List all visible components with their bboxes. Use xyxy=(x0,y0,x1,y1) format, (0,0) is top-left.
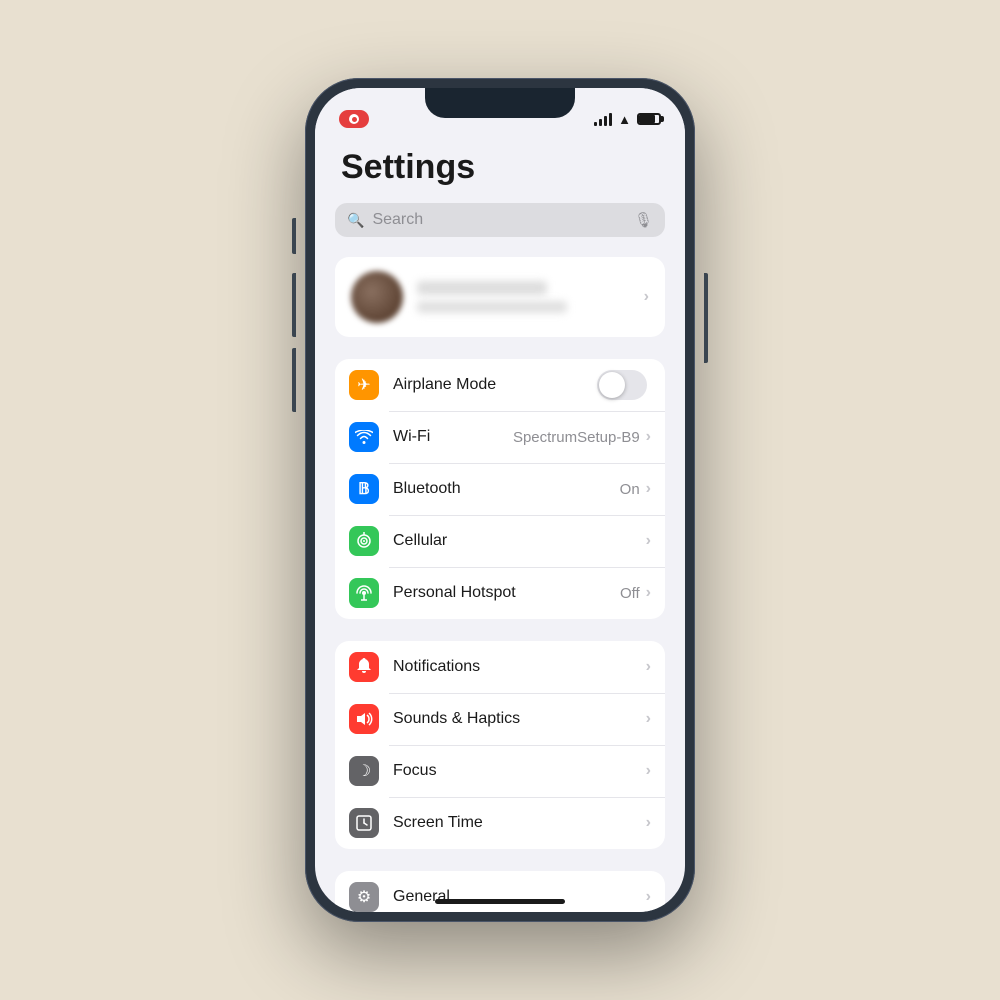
notifications-icon xyxy=(349,652,379,682)
cellular-icon xyxy=(349,526,379,556)
notifications-group: Notifications › Sounds & Haptics › xyxy=(335,641,665,849)
profile-card[interactable]: › xyxy=(335,257,665,337)
notifications-label: Notifications xyxy=(393,658,646,676)
cellular-row[interactable]: Cellular › xyxy=(335,515,665,567)
hotspot-row[interactable]: Personal Hotspot Off › xyxy=(335,567,665,619)
focus-chevron: › xyxy=(646,762,651,780)
bluetooth-row[interactable]: 𝔹 Bluetooth On › xyxy=(335,463,665,515)
profile-chevron: › xyxy=(644,288,649,306)
signal-bar-3 xyxy=(604,116,607,126)
general-icon: ⚙ xyxy=(349,882,379,912)
wifi-value: SpectrumSetup-B9 xyxy=(513,429,640,446)
sounds-label: Sounds & Haptics xyxy=(393,710,646,728)
signal-icon xyxy=(594,113,612,126)
airplane-mode-icon: ✈ xyxy=(349,370,379,400)
airplane-mode-row[interactable]: ✈ Airplane Mode xyxy=(335,359,665,411)
profile-subtitle xyxy=(417,301,567,313)
power-button[interactable] xyxy=(704,273,708,363)
search-input[interactable]: Search xyxy=(372,211,626,229)
profile-info xyxy=(417,281,644,313)
record-indicator xyxy=(339,110,369,128)
general-chevron: › xyxy=(646,888,651,906)
toggle-knob xyxy=(599,372,625,398)
notch xyxy=(425,88,575,118)
sounds-chevron: › xyxy=(646,710,651,728)
connectivity-group: ✈ Airplane Mode xyxy=(335,359,665,619)
search-icon: 🔍 xyxy=(347,212,364,229)
wifi-label: Wi-Fi xyxy=(393,428,513,446)
screentime-chevron: › xyxy=(646,814,651,832)
notifications-row[interactable]: Notifications › xyxy=(335,641,665,693)
hotspot-value: Off xyxy=(620,585,640,602)
bluetooth-chevron: › xyxy=(646,480,651,498)
focus-label: Focus xyxy=(393,762,646,780)
focus-row[interactable]: ☽ Focus › xyxy=(335,745,665,797)
general-group: ⚙ General › xyxy=(335,871,665,912)
focus-icon: ☽ xyxy=(349,756,379,786)
search-bar[interactable]: 🔍 Search 🎙 xyxy=(335,203,665,237)
airplane-mode-label: Airplane Mode xyxy=(393,376,597,394)
wifi-status-icon: ▲ xyxy=(618,112,631,127)
airplane-mode-toggle[interactable] xyxy=(597,370,647,400)
sounds-icon xyxy=(349,704,379,734)
wifi-row[interactable]: Wi-Fi SpectrumSetup-B9 › xyxy=(335,411,665,463)
signal-bar-1 xyxy=(594,122,597,126)
battery-icon xyxy=(637,113,661,125)
general-row[interactable]: ⚙ General › xyxy=(335,871,665,912)
mute-button[interactable] xyxy=(292,218,296,254)
screentime-label: Screen Time xyxy=(393,814,646,832)
bluetooth-icon: 𝔹 xyxy=(349,474,379,504)
sounds-row[interactable]: Sounds & Haptics › xyxy=(335,693,665,745)
phone-screen: ▲ Settings 🔍 Search 🎙 xyxy=(315,88,685,912)
status-bar: ▲ xyxy=(315,88,685,138)
volume-up-button[interactable] xyxy=(292,273,296,337)
settings-content: Settings 🔍 Search 🎙 › ✈ xyxy=(315,138,685,912)
phone-frame: ▲ Settings 🔍 Search 🎙 xyxy=(305,78,695,922)
screentime-icon xyxy=(349,808,379,838)
cellular-chevron: › xyxy=(646,532,651,550)
cellular-label: Cellular xyxy=(393,532,646,550)
page-title: Settings xyxy=(341,148,665,187)
hotspot-label: Personal Hotspot xyxy=(393,584,620,602)
signal-bar-2 xyxy=(599,119,602,126)
screentime-row[interactable]: Screen Time › xyxy=(335,797,665,849)
microphone-icon[interactable]: 🎙 xyxy=(634,211,653,229)
notifications-chevron: › xyxy=(646,658,651,676)
bluetooth-label: Bluetooth xyxy=(393,480,620,498)
signal-bar-4 xyxy=(609,113,612,126)
avatar xyxy=(351,271,403,323)
status-right: ▲ xyxy=(594,112,661,127)
volume-down-button[interactable] xyxy=(292,348,296,412)
bluetooth-value: On xyxy=(620,481,640,498)
wifi-chevron: › xyxy=(646,428,651,446)
record-dot xyxy=(349,114,359,124)
battery-fill xyxy=(639,115,655,123)
hotspot-icon xyxy=(349,578,379,608)
hotspot-chevron: › xyxy=(646,584,651,602)
home-indicator[interactable] xyxy=(435,899,565,904)
status-left xyxy=(339,110,369,128)
profile-name xyxy=(417,281,547,295)
wifi-icon xyxy=(349,422,379,452)
